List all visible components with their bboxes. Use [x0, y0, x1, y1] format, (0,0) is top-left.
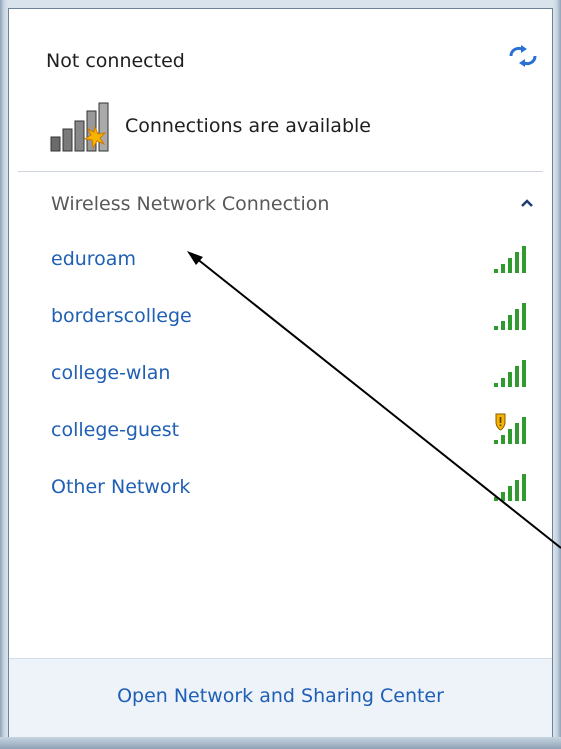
network-item-eduroam[interactable]: eduroam: [18, 234, 545, 284]
network-name: college-guest: [51, 419, 180, 441]
network-item-borderscollege[interactable]: borderscollege: [18, 291, 545, 341]
signal-bars-shield-warning-icon: [492, 413, 540, 449]
refresh-arrows-icon[interactable]: [507, 44, 539, 68]
connection-status: Not connected: [46, 50, 185, 72]
network-name: Other Network: [51, 476, 191, 498]
chevron-up-icon[interactable]: [519, 195, 535, 211]
open-network-sharing-center-link[interactable]: Open Network and Sharing Center: [9, 685, 552, 707]
signal-bars-icon: [492, 470, 540, 506]
signal-bars-icon: [492, 356, 540, 392]
flyout-footer: Open Network and Sharing Center: [9, 658, 552, 737]
signal-bars-icon: [492, 299, 540, 335]
network-name: eduroam: [51, 248, 136, 270]
connections-available-label: Connections are available: [125, 115, 371, 137]
network-name: borderscollege: [51, 305, 192, 327]
network-item-other-network[interactable]: Other Network: [18, 462, 545, 512]
network-bars-star-icon: [49, 101, 117, 155]
network-flyout-panel: Not connected Connections are available …: [8, 8, 553, 737]
network-item-college-wlan[interactable]: college-wlan: [18, 348, 545, 398]
network-item-college-guest[interactable]: college-guest: [18, 405, 545, 455]
section-title: Wireless Network Connection: [51, 193, 330, 215]
signal-bars-icon: [492, 242, 540, 278]
network-name: college-wlan: [51, 362, 171, 384]
window-bottom-edge: [0, 737, 561, 749]
header-divider: [18, 171, 543, 172]
